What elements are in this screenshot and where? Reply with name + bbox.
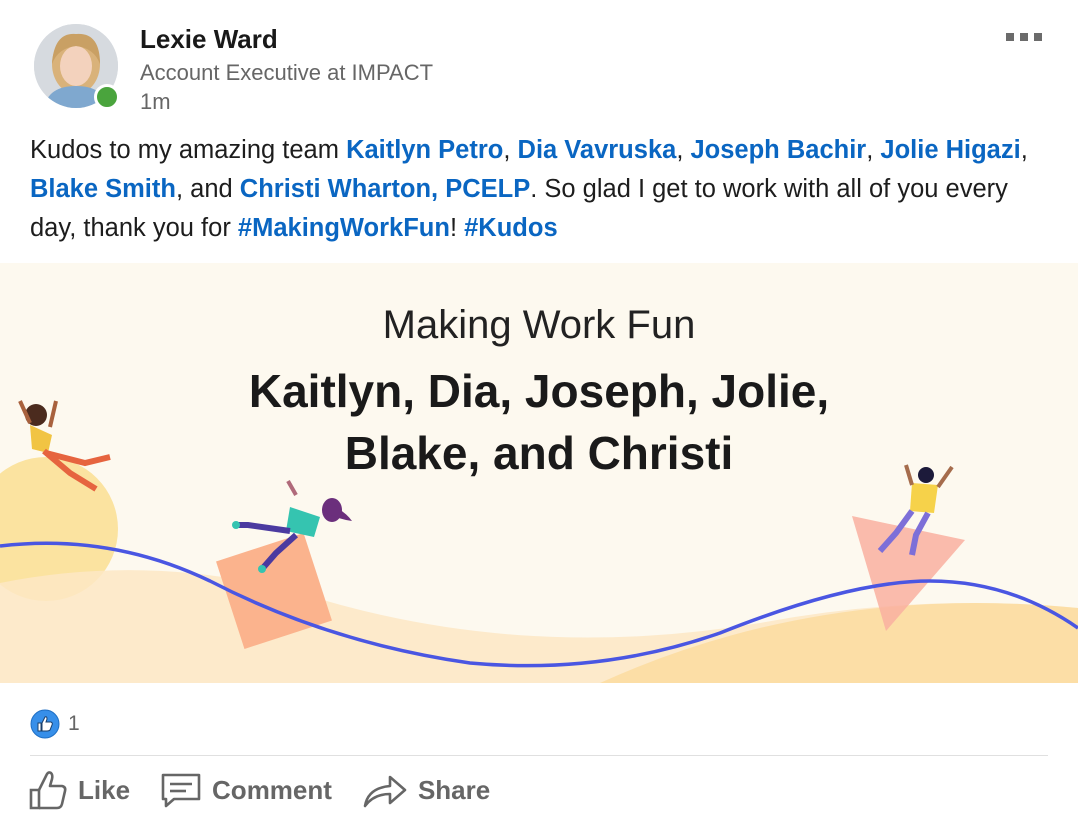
social-actions-bar: Like Comment Share (28, 768, 490, 812)
mention-link[interactable]: Jolie Higazi (880, 136, 1020, 164)
reactions-summary[interactable]: 1 (30, 708, 80, 740)
comment-label: Comment (212, 774, 332, 805)
share-button[interactable]: Share (362, 770, 490, 810)
comment-icon (161, 773, 201, 808)
post-text-intro: Kudos to my amazing team (30, 136, 347, 164)
divider (30, 755, 1048, 756)
mention-link[interactable]: Joseph Bachir (690, 136, 866, 164)
more-dot-icon (1020, 33, 1028, 41)
like-reaction-icon (30, 709, 60, 739)
author-name[interactable]: Lexie Ward (140, 24, 278, 55)
mention-link[interactable]: Dia Vavruska (518, 136, 677, 164)
like-button[interactable]: Like (28, 768, 130, 812)
comment-button[interactable]: Comment (160, 770, 332, 810)
hashtag-link[interactable]: #MakingWorkFun (238, 214, 450, 242)
post-text-separator: ! (449, 214, 465, 242)
kudos-image-subtitle: Making Work Fun (382, 303, 696, 347)
feed-post: Lexie Ward Account Executive at IMPACT 1… (0, 0, 1078, 837)
online-status-indicator (94, 84, 120, 110)
hashtag-link[interactable]: #Kudos (464, 214, 558, 242)
mention-link[interactable]: Christi Wharton, PCELP (240, 175, 530, 203)
kudos-image[interactable]: Making Work Fun Kaitlyn, Dia, Joseph, Jo… (0, 263, 1078, 683)
kudos-title-line: Kaitlyn, Dia, Joseph, Jolie, (248, 365, 830, 417)
kudos-image-title: Kaitlyn, Dia, Joseph, Jolie, Blake, and … (0, 360, 1078, 484)
post-text-separator: , (503, 136, 518, 164)
author-headline: Account Executive at IMPACT (140, 60, 434, 85)
share-arrow-icon (363, 775, 407, 808)
reaction-count: 1 (68, 712, 80, 735)
mention-link[interactable]: Blake Smith (30, 175, 176, 203)
post-text-separator: , (1020, 136, 1028, 164)
more-options-button[interactable] (996, 22, 1052, 52)
kudos-title-line: Blake, and Christi (344, 427, 734, 479)
post-text-separator: , (676, 136, 691, 164)
more-dot-icon (1006, 33, 1014, 41)
thumbs-up-icon (29, 771, 67, 810)
post-text-separator: , (866, 136, 881, 164)
post-text-separator: , and (175, 175, 240, 203)
more-dot-icon (1034, 33, 1042, 41)
post-timestamp: 1m (140, 89, 171, 114)
post-body: Kudos to my amazing team Kaitlyn Petro , … (30, 131, 1050, 248)
share-label: Share (417, 774, 491, 805)
like-label: Like (78, 774, 131, 805)
mention-link[interactable]: Kaitlyn Petro (346, 136, 503, 164)
